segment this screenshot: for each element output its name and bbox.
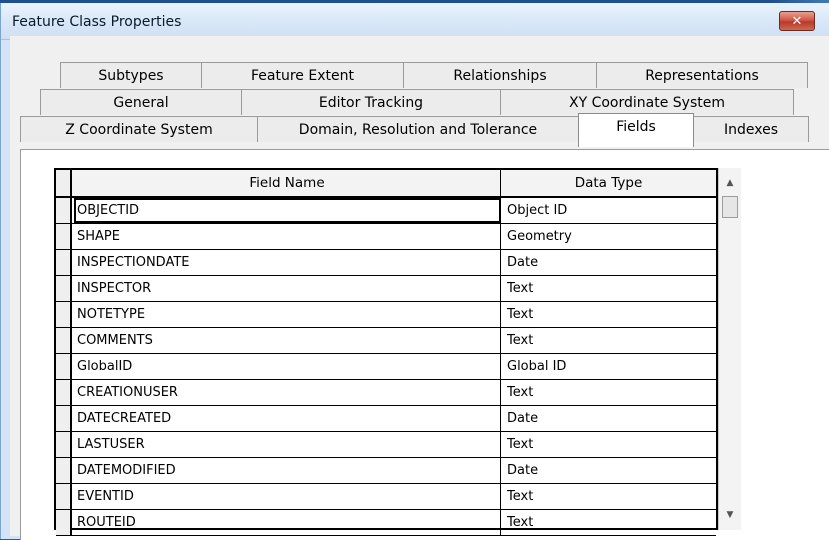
field-name-cell[interactable]: INSPECTOR	[74, 276, 501, 301]
row-selector[interactable]	[56, 432, 72, 457]
field-name-cell[interactable]: COMMENTS	[74, 328, 501, 353]
data-type-cell[interactable]: Text	[501, 302, 716, 327]
table-row[interactable]: ROUTEID Text	[56, 510, 716, 536]
tab-indexes[interactable]: Indexes	[693, 116, 809, 142]
table-row[interactable]: INSPECTOR Text	[56, 276, 716, 302]
row-selector[interactable]	[56, 380, 72, 405]
scrollbar-thumb[interactable]	[722, 196, 738, 218]
data-type-column-header[interactable]: Data Type	[501, 170, 716, 196]
data-type-cell[interactable]: Text	[501, 432, 716, 457]
data-type-cell[interactable]: Text	[501, 510, 716, 535]
data-type-cell[interactable]: Date	[501, 250, 716, 275]
table-row[interactable]: CREATIONUSER Text	[56, 380, 716, 406]
field-name-cell[interactable]: LASTUSER	[74, 432, 501, 457]
arrow-up-icon: ▲	[726, 178, 734, 188]
data-type-cell[interactable]: Text	[501, 380, 716, 405]
row-header-corner	[56, 170, 72, 196]
table-row[interactable]: DATECREATED Date	[56, 406, 716, 432]
table-row[interactable]: EVENTID Text	[56, 484, 716, 510]
table-row[interactable]: NOTETYPE Text	[56, 302, 716, 328]
table-row[interactable]: SHAPE Geometry	[56, 224, 716, 250]
field-name-cell[interactable]: CREATIONUSER	[74, 380, 501, 405]
row-selector[interactable]	[56, 484, 72, 509]
table-row[interactable]: DATEMODIFIED Date	[56, 458, 716, 484]
arrow-down-icon: ▼	[726, 510, 734, 520]
scroll-down-button[interactable]: ▼	[719, 504, 741, 526]
data-type-cell[interactable]: Text	[501, 276, 716, 301]
tab-representations[interactable]: Representations	[596, 62, 808, 88]
data-type-cell[interactable]: Date	[501, 458, 716, 483]
field-name-cell[interactable]: INSPECTIONDATE	[74, 250, 501, 275]
field-name-cell[interactable]: DATECREATED	[74, 406, 501, 431]
data-type-cell[interactable]: Date	[501, 406, 716, 431]
title-bar[interactable]: Feature Class Properties ✕	[1, 3, 829, 40]
tab-fields[interactable]: Fields	[578, 113, 694, 147]
tab-feature-extent[interactable]: Feature Extent	[201, 62, 404, 88]
data-type-cell[interactable]: Text	[501, 484, 716, 509]
row-selector[interactable]	[56, 302, 72, 327]
row-selector[interactable]	[56, 458, 72, 483]
field-name-cell[interactable]: EVENTID	[74, 484, 501, 509]
field-name-column-header[interactable]: Field Name	[74, 170, 501, 196]
tab-general[interactable]: General	[40, 89, 242, 115]
table-row[interactable]: GlobalID Global ID	[56, 354, 716, 380]
row-selector[interactable]	[56, 406, 72, 431]
table-row[interactable]: COMMENTS Text	[56, 328, 716, 354]
data-type-cell[interactable]: Geometry	[501, 224, 716, 249]
row-selector[interactable]	[56, 328, 72, 353]
table-row[interactable]: LASTUSER Text	[56, 432, 716, 458]
table-row[interactable]: OBJECTID Object ID	[56, 198, 716, 224]
row-selector[interactable]	[56, 510, 72, 535]
fields-grid[interactable]: Field Name Data Type OBJECTID Object ID …	[54, 168, 718, 536]
tab-domain-resolution-tolerance[interactable]: Domain, Resolution and Tolerance	[257, 116, 579, 142]
tab-z-coordinate-system[interactable]: Z Coordinate System	[20, 116, 258, 142]
row-selector[interactable]	[56, 224, 72, 249]
field-name-cell[interactable]: DATEMODIFIED	[74, 458, 501, 483]
table-row[interactable]: INSPECTIONDATE Date	[56, 250, 716, 276]
vertical-scrollbar[interactable]: ▲ ▼	[718, 168, 741, 530]
row-selector[interactable]	[56, 354, 72, 379]
field-name-cell[interactable]: NOTETYPE	[74, 302, 501, 327]
row-selector[interactable]	[56, 198, 72, 223]
grid-header-row: Field Name Data Type	[56, 170, 716, 198]
data-type-cell[interactable]: Global ID	[501, 354, 716, 379]
scroll-up-button[interactable]: ▲	[719, 172, 741, 194]
tab-subtypes[interactable]: Subtypes	[60, 62, 202, 88]
field-name-cell[interactable]: ROUTEID	[74, 510, 501, 535]
close-icon: ✕	[791, 13, 803, 29]
tab-xy-coordinate-system[interactable]: XY Coordinate System	[500, 89, 794, 115]
close-button[interactable]: ✕	[779, 11, 815, 31]
window-title: Feature Class Properties	[12, 14, 182, 30]
field-name-cell[interactable]: SHAPE	[74, 224, 501, 249]
data-type-cell[interactable]: Object ID	[501, 198, 716, 223]
field-name-cell[interactable]: OBJECTID	[74, 198, 501, 223]
row-selector[interactable]	[56, 276, 72, 301]
tab-editor-tracking[interactable]: Editor Tracking	[241, 89, 501, 115]
data-type-cell[interactable]: Text	[501, 328, 716, 353]
row-selector[interactable]	[56, 250, 72, 275]
tab-relationships[interactable]: Relationships	[403, 62, 597, 88]
field-name-cell[interactable]: GlobalID	[74, 354, 501, 379]
